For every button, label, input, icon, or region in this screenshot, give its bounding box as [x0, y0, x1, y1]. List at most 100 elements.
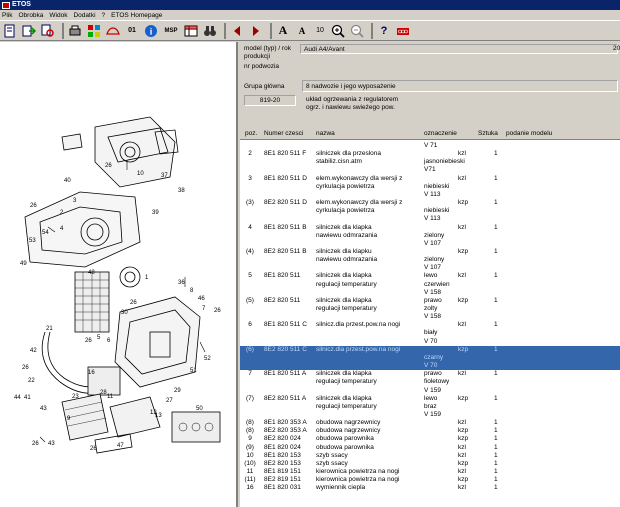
table-row[interactable]: 11 8E1 819 151 kierownica powietrza na nog… [240, 468, 620, 476]
table-row[interactable]: 7 8E1 820 511 A silniczek dla klapka prawo k… [240, 370, 620, 378]
menu-etos-homepage[interactable]: ETOS Homepage [111, 12, 162, 19]
col-nazwa[interactable]: nazwa [316, 130, 335, 137]
table-row[interactable]: (6) 8E2 820 511 C silnicz.dla przest.pow.n… [240, 345, 620, 354]
table-row[interactable]: (7) 8E2 820 511 A silniczek dla klapka lewo… [240, 395, 620, 403]
table-row[interactable]: (10) 8E2 820 153 szyb ssacy kzp 1 [240, 460, 620, 468]
table-row[interactable]: V 107 [240, 264, 620, 272]
info-icon[interactable]: i [143, 23, 159, 39]
table-row[interactable]: (8) 8E2 820 353 A obudowa nagrzewnicy kzp 1 [240, 427, 620, 435]
arrow-right-icon[interactable] [248, 23, 264, 39]
table-row[interactable]: V 71 [240, 142, 620, 150]
col-numer-czesci[interactable]: Numer czesci [264, 130, 303, 137]
svg-text:16: 16 [88, 370, 95, 376]
menu-widok[interactable]: Widok [49, 12, 67, 19]
font-smaller-icon[interactable]: A [294, 23, 310, 39]
table-row[interactable]: regulacji temperatury zolty [240, 305, 620, 313]
svg-text:38: 38 [178, 188, 185, 194]
car-icon[interactable] [105, 23, 121, 39]
export-icon[interactable] [21, 23, 37, 39]
table-row[interactable]: V 113 [240, 215, 620, 223]
table-row[interactable]: regulacji temperatury czerwien [240, 281, 620, 289]
col-poz[interactable]: poz. [245, 130, 257, 137]
cell-poz: 4 [248, 223, 252, 231]
table-row[interactable]: 16 8E1 820 031 wymiennik ciepla kzl 1 [240, 484, 620, 492]
cell-sztuka: 1 [494, 419, 498, 427]
table-row[interactable]: (8) 8E1 820 353 A obudowa nagrzewnicy kzl 1 [240, 419, 620, 427]
col-sztuka[interactable]: Sztuka [478, 130, 498, 137]
table-row[interactable]: regulacji temperatury braz [240, 403, 620, 411]
table-row[interactable]: V 159 [240, 387, 620, 395]
arrow-left-icon[interactable] [229, 23, 245, 39]
table-row[interactable]: czarny [240, 353, 620, 363]
table-row[interactable]: 9 8E2 820 024 obudowa parownika kzp 1 [240, 435, 620, 443]
table-row[interactable]: biały [240, 329, 620, 337]
msp-icon[interactable]: MSP [162, 23, 180, 39]
cell-typ: kzl [458, 150, 466, 158]
table-row[interactable]: V 113 [240, 191, 620, 199]
font-smaller-label: A [298, 25, 306, 36]
table-row[interactable]: (11) 8E2 819 151 kierownica powietrza na n… [240, 476, 620, 484]
table-row[interactable]: 4 8E1 820 511 B silniczek dla klapka kzl 1 [240, 224, 620, 232]
font-larger-icon[interactable]: A [275, 23, 291, 39]
audi-icon[interactable] [395, 23, 411, 39]
table-row[interactable]: 10 8E1 820 153 szyb ssacy kzl 1 [240, 452, 620, 460]
table-row[interactable]: nawiewu odmrazania zielony [240, 256, 620, 264]
menu-obrobka[interactable]: Obrobka [18, 12, 43, 19]
table-row[interactable]: 2 8E1 820 511 F silniczek dla przeslona kzl… [240, 150, 620, 158]
exploded-diagram-panel[interactable]: 26 40 10 37 38 26 3 2 39 54 53 4 49 48 1… [0, 42, 238, 507]
table-row[interactable]: 6 8E1 820 511 C silnicz.dla przest.pow.na … [240, 321, 620, 329]
cell-numer-czesci: 8E2 820 511 B [264, 247, 307, 255]
table-row[interactable]: (5) 8E2 820 511 silniczek dla klapka prawo k… [240, 297, 620, 305]
table-row[interactable]: (4) 8E2 820 511 B silniczek dla klapku kzp 1 [240, 248, 620, 256]
table-row[interactable]: V 70 [240, 362, 620, 371]
toolbar: 01 i MSP A A 10 ? [0, 20, 620, 41]
cell-oznaczenie: prawo [424, 296, 442, 304]
table-row[interactable]: regulacji temperatury fioletowy [240, 378, 620, 386]
table-icon[interactable] [183, 23, 199, 39]
col-podanie-modelu[interactable]: podanie modelu [506, 130, 552, 137]
counter-icon[interactable]: 01 [124, 23, 140, 39]
svg-text:50: 50 [196, 406, 203, 412]
zoom-out-icon[interactable] [349, 23, 365, 39]
table-row[interactable]: (9) 8E1 820 024 obudowa parownika kzl 1 [240, 444, 620, 452]
cell-oznaczenie: V 70 [424, 337, 438, 345]
print-icon[interactable] [67, 23, 83, 39]
table-row[interactable]: V 158 [240, 313, 620, 321]
zoom-in-icon[interactable] [330, 23, 346, 39]
menu-help[interactable]: ? [102, 12, 106, 19]
app-icon [2, 1, 10, 9]
table-row[interactable]: V71 [240, 166, 620, 174]
table-row[interactable]: 5 8E1 820 511 silniczek dla klapka lewo kzl 1 [240, 272, 620, 280]
table-row[interactable]: V 159 [240, 411, 620, 419]
table-row[interactable]: (3) 8E2 820 511 D elem.wykonawczy dla wers… [240, 199, 620, 207]
table-row[interactable]: V 158 [240, 289, 620, 297]
cell-typ: kzp [458, 427, 469, 435]
table-row[interactable]: V 107 [240, 240, 620, 248]
binoculars-icon[interactable] [202, 23, 218, 39]
menu-plik[interactable]: Plik [2, 12, 12, 19]
cell-sztuka: 1 [494, 394, 498, 402]
page-icon[interactable] [2, 23, 18, 39]
table-row[interactable]: V 70 [240, 338, 620, 346]
table-row[interactable]: cyrkulacja powietrza niebieski [240, 207, 620, 215]
table-row[interactable]: nawiewu odmrazania zielony [240, 232, 620, 240]
parts-info-panel: model (typ) / rok produkcji Audi A4/Avan… [240, 42, 620, 507]
cell-numer-czesci: 8E1 820 511 B [264, 223, 307, 231]
table-row[interactable]: cyrkulacja powietrza niebieski [240, 183, 620, 191]
grid-icon[interactable] [86, 23, 102, 39]
col-oznaczenie[interactable]: oznaczenie [424, 130, 457, 137]
cell-numer-czesci: 8E2 820 353 A [264, 427, 307, 435]
menu-dodatki[interactable]: Dodatki [73, 12, 95, 19]
help-icon[interactable]: ? [376, 23, 392, 39]
exploded-parts-diagram[interactable]: 26 40 10 37 38 26 3 2 39 54 53 4 49 48 1… [0, 42, 238, 507]
cell-sztuka: 1 [494, 321, 498, 329]
cell-typ: kzl [458, 419, 466, 427]
svg-text:11: 11 [107, 394, 114, 400]
table-row[interactable]: stabiliz.cisn.atm jasnoniebieski [240, 158, 620, 166]
search-icon[interactable] [40, 23, 56, 39]
cell-oznaczenie: V 113 [424, 215, 441, 223]
table-row[interactable]: 3 8E1 820 511 D elem.wykonawczy dla wersji… [240, 175, 620, 183]
cell-poz: 10 [246, 451, 254, 459]
parts-table[interactable]: V 71 2 8E1 820 511 F silniczek dla przeslon… [240, 140, 620, 507]
cell-oznaczenie: biały [424, 329, 438, 337]
